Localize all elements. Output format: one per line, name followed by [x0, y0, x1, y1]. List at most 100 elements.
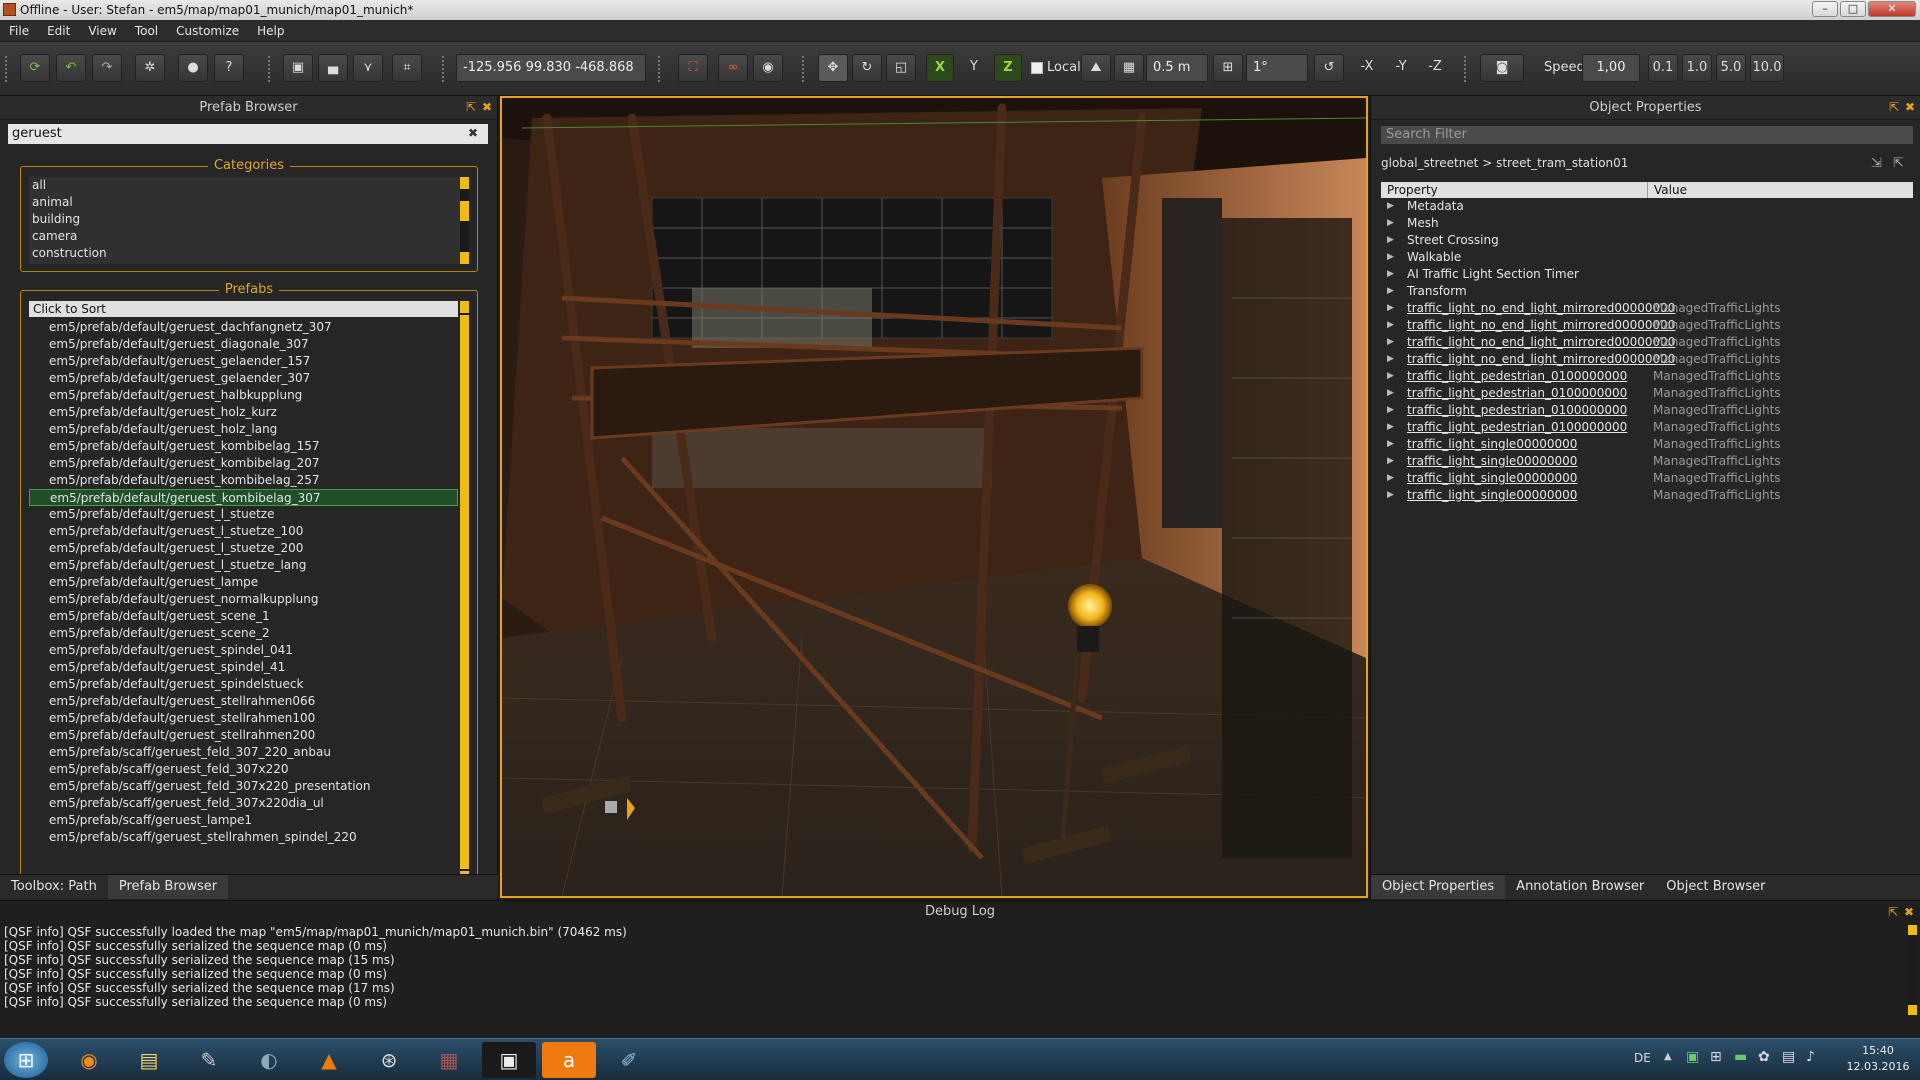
expand-arrow-icon[interactable]: ▶ [1387, 419, 1394, 436]
scale-icon[interactable]: ◱ [886, 54, 916, 82]
network-icon[interactable]: ▤ [1782, 1049, 1795, 1065]
menu-view[interactable]: View [79, 20, 125, 42]
expand-arrow-icon[interactable]: ▶ [1387, 351, 1394, 368]
category-item[interactable]: building [29, 211, 469, 228]
prefab-item[interactable]: em5/prefab/default/geruest_halbkupplung [29, 387, 458, 404]
category-item[interactable]: all [29, 177, 469, 194]
settings-icon[interactable]: ✲ [135, 54, 165, 82]
prefab-item[interactable]: em5/prefab/scaff/geruest_feld_307x220dia… [29, 795, 458, 812]
angle-snap-icon[interactable]: ⊞ [1213, 54, 1243, 82]
tab-toolbox-path[interactable]: Toolbox: Path [0, 875, 108, 899]
axis-x-toggle[interactable]: X [926, 54, 954, 82]
prefab-item[interactable]: em5/prefab/default/geruest_scene_2 [29, 625, 458, 642]
tray-icon[interactable]: ▬ [1734, 1049, 1747, 1065]
col-value[interactable]: Value [1647, 182, 1687, 198]
close-window-button[interactable]: ✕ [1868, 1, 1916, 17]
prefab-item[interactable]: em5/prefab/scaff/geruest_feld_307x220 [29, 761, 458, 778]
negative-x-button[interactable]: -X [1352, 54, 1382, 82]
axis-z-toggle[interactable]: Z [994, 54, 1022, 82]
property-name[interactable]: traffic_light_no_end_light_mirrored00000… [1407, 300, 1675, 317]
prefab-item[interactable]: em5/prefab/default/geruest_holz_lang [29, 421, 458, 438]
refresh-icon[interactable]: ⟳ [20, 54, 50, 82]
prefab-item[interactable]: em5/prefab/scaff/geruest_feld_307_220_an… [29, 744, 458, 761]
property-row-traffic-light[interactable]: ▶ traffic_light_pedestrian_0100000000 Mana… [1381, 419, 1913, 436]
log-scrollbar[interactable] [1908, 925, 1917, 1015]
prefab-item[interactable]: em5/prefab/default/geruest_kombibelag_20… [29, 455, 458, 472]
prefab-item[interactable]: em5/prefab/default/geruest_diagonale_307 [29, 336, 458, 353]
prefab-item[interactable]: em5/prefab/scaff/geruest_stellrahmen_spi… [29, 829, 458, 846]
angle-select[interactable]: 1° [1246, 54, 1308, 82]
property-group-row[interactable]: ▶ Street Crossing [1381, 232, 1913, 249]
move-icon[interactable]: ✥ [818, 54, 848, 82]
minimize-button[interactable]: – [1812, 1, 1838, 17]
expand-arrow-icon[interactable]: ▶ [1387, 385, 1394, 402]
category-item[interactable]: camera [29, 228, 469, 245]
prefab-item[interactable]: em5/prefab/default/geruest_l_stuetze_100 [29, 523, 458, 540]
menu-help[interactable]: Help [248, 20, 293, 42]
tray-icon[interactable]: ▣ [1686, 1049, 1699, 1065]
expand-arrow-icon[interactable]: ▶ [1387, 470, 1394, 487]
prefab-item[interactable]: em5/prefab/default/geruest_scene_1 [29, 608, 458, 625]
expand-arrow-icon[interactable]: ▶ [1387, 402, 1394, 419]
camera-icon[interactable]: ◙ [1480, 54, 1524, 82]
tab-object-properties[interactable]: Object Properties [1371, 875, 1506, 899]
vlc-icon[interactable]: ▲ [302, 1042, 356, 1078]
paint-icon[interactable]: ✐ [602, 1042, 656, 1078]
amazon-icon[interactable]: a [542, 1042, 596, 1078]
property-group-row[interactable]: ▶ AI Traffic Light Section Timer [1381, 266, 1913, 283]
prefab-item[interactable]: em5/prefab/default/geruest_gelaender_157 [29, 353, 458, 370]
undock-icon[interactable]: ⇱ [466, 101, 478, 113]
property-row-traffic-light[interactable]: ▶ traffic_light_pedestrian_0100000000 Mana… [1381, 385, 1913, 402]
toolbar-grip[interactable] [1464, 56, 1467, 82]
menu-file[interactable]: File [0, 20, 38, 42]
explorer-icon[interactable]: ▤ [122, 1042, 176, 1078]
prefab-item[interactable]: em5/prefab/default/geruest_spindel_041 [29, 642, 458, 659]
property-name[interactable]: traffic_light_single00000000 [1407, 470, 1577, 487]
speed-preset-1-0[interactable]: 1.0 [1682, 54, 1712, 82]
help-icon[interactable]: ? [214, 54, 244, 82]
axis-y-toggle[interactable]: Y [962, 54, 986, 82]
grid-size-select[interactable]: 0.5 m [1146, 54, 1208, 82]
tab-prefab-browser[interactable]: Prefab Browser [107, 875, 229, 899]
toolbar-grip[interactable] [658, 56, 661, 82]
prefab-item[interactable]: em5/prefab/default/geruest_stellrahmen20… [29, 727, 458, 744]
expand-arrow-icon[interactable]: ▶ [1387, 453, 1394, 470]
rotate-icon[interactable]: ↻ [852, 54, 882, 82]
link-icon[interactable]: ∞ [718, 54, 748, 82]
property-row-traffic-light[interactable]: ▶ traffic_light_no_end_light_mirrored0000… [1381, 317, 1913, 334]
select-box-icon[interactable]: ▣ [283, 54, 313, 82]
speed-spinbox[interactable]: 1,00 [1582, 54, 1640, 82]
prefab-item[interactable]: em5/prefab/default/geruest_l_stuetze_200 [29, 540, 458, 557]
prefab-item[interactable]: em5/prefab/default/geruest_kombibelag_15… [29, 438, 458, 455]
menu-edit[interactable]: Edit [38, 20, 79, 42]
prefab-item[interactable]: em5/prefab/default/geruest_normalkupplun… [29, 591, 458, 608]
clock-time[interactable]: 15:40 [1848, 1044, 1908, 1057]
prefab-item[interactable]: em5/prefab/default/geruest_stellrahmen06… [29, 693, 458, 710]
audio-icon[interactable]: ◐ [242, 1042, 296, 1078]
tray-icon[interactable]: ✿ [1758, 1049, 1770, 1065]
expand-arrow-icon[interactable]: ▶ [1387, 249, 1394, 266]
prefab-item[interactable]: em5/prefab/default/geruest_kombibelag_30… [29, 489, 458, 506]
prefab-item[interactable]: em5/prefab/scaff/geruest_feld_307x220_pr… [29, 778, 458, 795]
start-button[interactable]: ⊞ [4, 1042, 48, 1078]
play-icon[interactable]: ● [178, 54, 208, 82]
prefab-item[interactable]: em5/prefab/default/geruest_l_stuetze_lan… [29, 557, 458, 574]
property-row-traffic-light[interactable]: ▶ traffic_light_single00000000 ManagedTraf… [1381, 470, 1913, 487]
property-group-row[interactable]: ▶ Metadata [1381, 198, 1913, 215]
category-item[interactable]: animal [29, 194, 469, 211]
redo-icon[interactable]: ↷ [92, 54, 122, 82]
toolbar-grip[interactable] [268, 56, 271, 82]
property-name[interactable]: traffic_light_pedestrian_0100000000 [1407, 368, 1627, 385]
property-name[interactable]: traffic_light_single00000000 [1407, 487, 1577, 504]
winrar-icon[interactable]: ▦ [422, 1042, 476, 1078]
property-search-input[interactable]: Search Filter [1381, 126, 1913, 144]
expand-all-icon[interactable]: ⇲ [1871, 156, 1882, 171]
undock-icon[interactable]: ⇱ [1889, 101, 1901, 113]
speed-preset-0-1[interactable]: 0.1 [1648, 54, 1678, 82]
visibility-icon[interactable]: ◉ [753, 54, 783, 82]
coordinates-field[interactable]: -125.956 99.830 -468.868 [456, 54, 646, 82]
expand-arrow-icon[interactable]: ▶ [1387, 283, 1394, 300]
expand-arrow-icon[interactable]: ▶ [1387, 487, 1394, 504]
firefox-icon[interactable]: ◉ [62, 1042, 116, 1078]
path-icon[interactable]: ⋎ [353, 54, 383, 82]
